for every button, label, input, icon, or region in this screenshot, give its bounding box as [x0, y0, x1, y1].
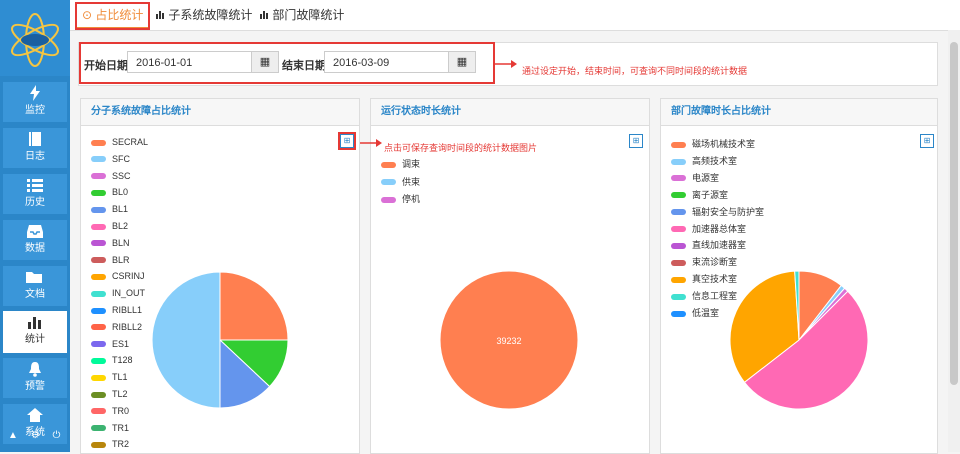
folder-icon [3, 269, 67, 289]
clock-icon: ⊙ [82, 8, 93, 22]
sidebar-item-log[interactable]: 日志 [3, 128, 67, 168]
tab-department-fault-stats[interactable]: 部门故障统计 [254, 3, 350, 27]
sidebar-item-stats[interactable]: 统计 [3, 311, 67, 353]
sidebar-item-data[interactable]: 数据 [3, 220, 67, 260]
sidebar-item-alert[interactable]: 预警 [3, 358, 67, 398]
tab-label: 部门故障统计 [272, 8, 345, 22]
save-note: 点击可保存查询时间段的统计数据图片 [384, 143, 538, 153]
bar-chart-icon [3, 314, 67, 334]
department-pie-chart [729, 270, 869, 410]
end-date-label: 结束日期 [282, 60, 326, 72]
book-icon [3, 131, 67, 151]
user-icon[interactable]: ▲ [8, 430, 18, 441]
scrollbar-thumb[interactable] [950, 42, 958, 385]
start-date-input[interactable]: 2016-01-01 [127, 51, 252, 73]
power-icon[interactable]: ⏻ [52, 430, 60, 441]
arrow-icon [495, 60, 517, 68]
tab-bar: ⊙ 占比统计 子系统故障统计 部门故障统计 [70, 0, 960, 31]
bolt-icon [3, 85, 67, 105]
pie-slice[interactable] [151, 271, 221, 409]
subsystem-pie-chart [151, 271, 289, 409]
app-logo [0, 0, 70, 76]
inbox-icon [3, 223, 67, 243]
bar-chart-icon [260, 8, 269, 22]
sidebar: 监控 日志 历史 数据 文档 统计 预警 系统 ▲ ⚙ ⏻ [0, 0, 70, 452]
tab-subsystem-fault-stats[interactable]: 子系统故障统计 [150, 3, 258, 27]
sidebar-item-label: 日志 [25, 151, 45, 162]
bar-chart-icon [156, 8, 165, 22]
end-date-input[interactable]: 2016-03-09 [324, 51, 449, 73]
sidebar-item-label: 数据 [25, 243, 45, 254]
arrow-icon [360, 139, 382, 147]
atom-logo-icon [11, 13, 59, 67]
list-icon [3, 177, 67, 197]
calendar-icon[interactable]: ▦ [448, 51, 476, 73]
sidebar-item-label: 历史 [25, 197, 45, 208]
sidebar-item-label: 预警 [25, 381, 45, 392]
bell-icon [3, 361, 67, 381]
date-filter-note: 通过设定开始，结束时间，可查询不同时间段的统计数据 [522, 66, 748, 76]
sidebar-bottom-icons: ▲ ⚙ ⏻ [8, 430, 60, 441]
tab-ratio-stats[interactable]: ⊙ 占比统计 [74, 2, 151, 30]
subsystem-fault-card: 分子系统故障占比统计 ⊞ SECRAL SFC SSC BL0 BL1 BL2 BLN BLR… [80, 98, 360, 454]
sidebar-item-label: 统计 [25, 334, 45, 345]
pie-slice[interactable] [219, 271, 289, 341]
sidebar-item-label: 监控 [25, 105, 45, 116]
gear-icon[interactable]: ⚙ [31, 430, 40, 441]
department-stats-card: 部门故障时长占比统计 ⊞ 磁场机械技术室 高频技术室 电源室 离子源室 辐射安全与防护室… [660, 98, 938, 454]
sidebar-item-history[interactable]: 历史 [3, 174, 67, 214]
tab-label: 子系统故障统计 [168, 8, 253, 22]
sidebar-item-monitor[interactable]: 监控 [3, 82, 67, 122]
home-icon [3, 407, 67, 427]
start-date-label: 开始日期 [84, 60, 128, 72]
calendar-icon[interactable]: ▦ [251, 51, 279, 73]
sidebar-item-docs[interactable]: 文档 [3, 266, 67, 306]
pie-data-label: 39232 [496, 336, 521, 346]
tab-label: 占比统计 [95, 8, 144, 22]
scrollbar[interactable] [948, 30, 960, 452]
sidebar-item-label: 文档 [25, 289, 45, 300]
